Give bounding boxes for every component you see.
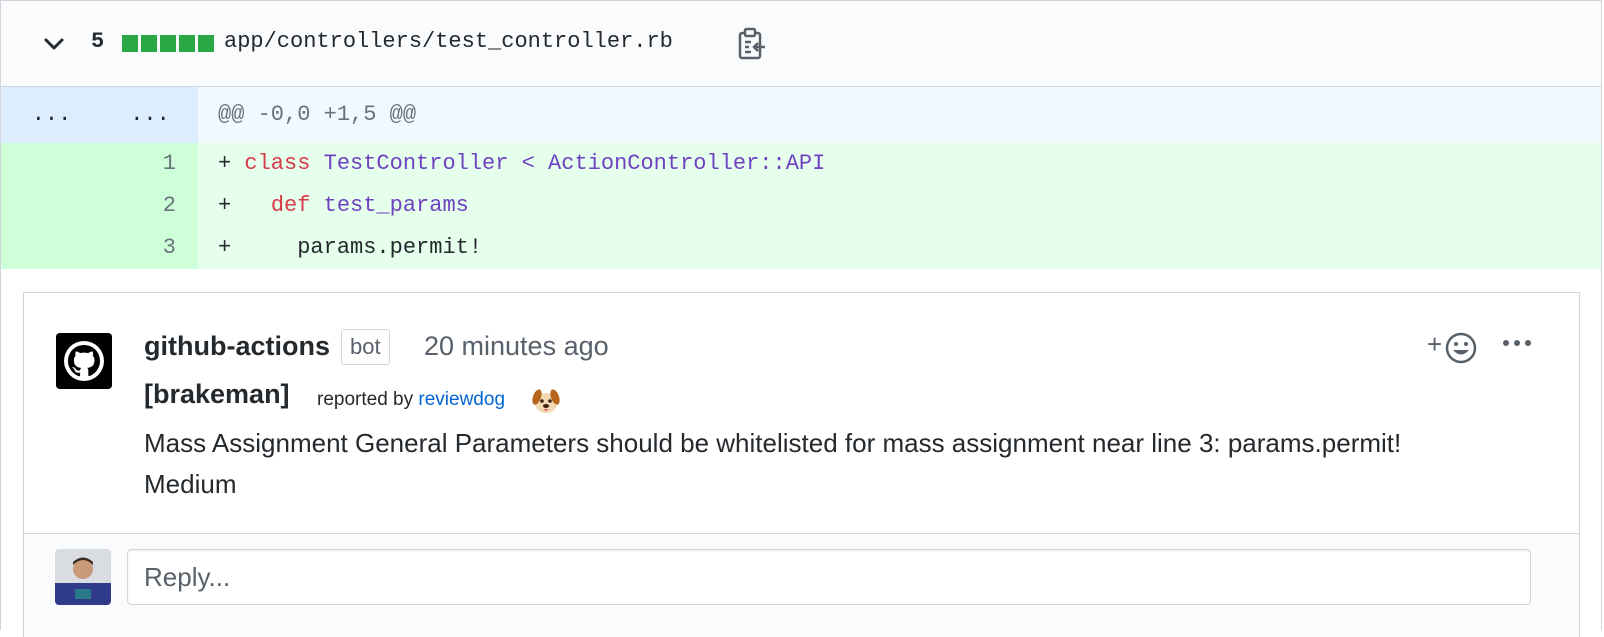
hunk-header: @@ -0,0 +1,5 @@ xyxy=(198,87,1601,143)
old-line-number xyxy=(1,143,102,185)
comment-body: Mass Assignment General Parameters shoul… xyxy=(144,423,1401,505)
github-logo-avatar[interactable] xyxy=(56,333,112,389)
bot-badge: bot xyxy=(341,329,390,365)
diff-line-added: 3 + params.permit! xyxy=(1,227,1601,269)
new-line-number[interactable]: 1 xyxy=(102,143,198,185)
diffstat-block xyxy=(122,35,138,52)
line-code: + params.permit! xyxy=(198,227,1601,269)
dog-emoji-icon xyxy=(532,389,560,413)
entity: test_params xyxy=(323,193,469,218)
old-line-number xyxy=(1,227,102,269)
comment-author[interactable]: github-actions xyxy=(144,331,330,362)
keyword: def xyxy=(270,193,311,218)
diffstat-block xyxy=(179,35,195,52)
keyword: class xyxy=(244,151,311,176)
chevron-down-icon[interactable] xyxy=(41,31,67,57)
add-reaction-icon[interactable]: + xyxy=(1427,329,1485,365)
more-options-icon[interactable] xyxy=(1502,333,1532,353)
copy-path-icon[interactable] xyxy=(737,27,767,61)
new-line-number[interactable]: 3 xyxy=(102,227,198,269)
diffstat-block xyxy=(141,35,157,52)
file-path[interactable]: app/controllers/test_controller.rb xyxy=(224,29,673,54)
plus-marker: + xyxy=(218,235,298,260)
line-code: + class TestController < ActionControlle… xyxy=(198,143,1601,185)
plus-marker: + xyxy=(218,151,245,176)
hunk-header-row: ... ... @@ -0,0 +1,5 @@ xyxy=(1,87,1601,143)
diff-table: ... ... @@ -0,0 +1,5 @@ 1 + class TestCo… xyxy=(1,87,1601,269)
expand-up-left[interactable]: ... xyxy=(1,87,102,143)
reported-by-text: reported by reviewdog xyxy=(317,389,505,411)
comment-timestamp[interactable]: 20 minutes ago xyxy=(424,331,609,362)
diffstat-block xyxy=(160,35,176,52)
file-header: 5 app/controllers/test_controller.rb xyxy=(1,1,1601,87)
diff-line-added: 1 + class TestController < ActionControl… xyxy=(1,143,1601,185)
reported-by-label: reported by xyxy=(317,389,414,410)
plus-marker: + xyxy=(218,193,271,218)
comment-message: Mass Assignment General Parameters shoul… xyxy=(144,428,1402,458)
comment-severity: Medium xyxy=(144,469,237,499)
reply-bar xyxy=(24,533,1579,637)
review-comment-thread: github-actions bot 20 minutes ago + [bra… xyxy=(23,292,1580,637)
diffstat-bar xyxy=(122,35,214,52)
diff-line-added: 2 + def test_params xyxy=(1,185,1601,227)
reviewdog-link[interactable]: reviewdog xyxy=(418,389,505,410)
reply-input[interactable] xyxy=(127,549,1531,605)
reaction-plus: + xyxy=(1427,329,1442,359)
changes-count: 5 xyxy=(91,29,105,54)
code-text: params.permit! xyxy=(297,235,483,260)
old-line-number xyxy=(1,185,102,227)
entity: TestController < ActionController::API xyxy=(323,151,826,176)
comment-tag: [brakeman] xyxy=(144,379,290,409)
expand-up-right[interactable]: ... xyxy=(102,87,198,143)
diffstat-block xyxy=(198,35,214,52)
user-avatar[interactable] xyxy=(55,549,111,605)
new-line-number[interactable]: 2 xyxy=(102,185,198,227)
line-code: + def test_params xyxy=(198,185,1601,227)
